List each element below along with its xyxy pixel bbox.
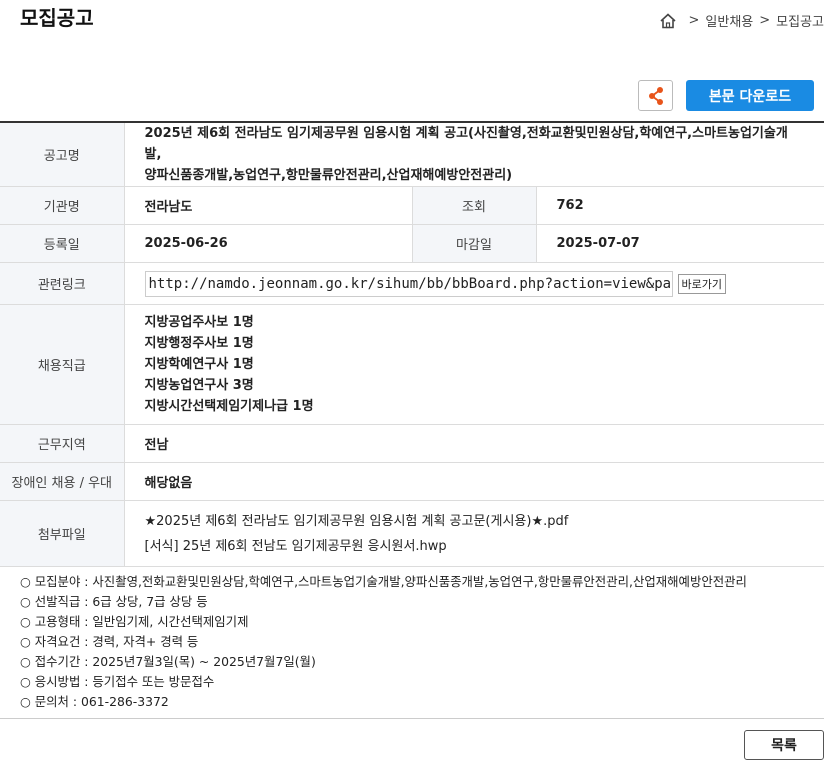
summary-line: ○ 응시방법 : 등기접수 또는 방문접수 bbox=[20, 674, 215, 689]
label-link: 관련링크 bbox=[0, 262, 125, 305]
breadcrumb-separator: > bbox=[688, 13, 700, 28]
divider bbox=[0, 718, 824, 719]
summary-line: ○ 선발직급 : 6급 상당, 7급 상당 등 bbox=[20, 594, 208, 609]
label-attachments: 첨부파일 bbox=[0, 500, 125, 567]
attachment-link-pdf[interactable]: ★2025년 제6회 전라남도 임기제공무원 임용시험 계획 공고문(게시용)★… bbox=[145, 509, 805, 534]
list-item: 지방공업주사보 1명 bbox=[144, 315, 254, 330]
notice-title-line1: 2025년 제6회 전라남도 임기제공무원 임용시험 계획 공고(사진촬영,전화… bbox=[144, 126, 788, 162]
disabled-value: 해당없음 bbox=[124, 462, 824, 501]
notice-summary: ○ 모집분야 : 사진촬영,전화교환및민원상담,학예연구,스마트농업기술개발,양… bbox=[20, 572, 747, 712]
summary-line: ○ 접수기간 : 2025년7월3일(목) ~ 2025년7월7일(월) bbox=[20, 654, 316, 669]
label-views: 조회 bbox=[411, 186, 537, 225]
list-item: 지방농업연구사 3명 bbox=[144, 378, 254, 393]
attachment-link-hwp[interactable]: [서식] 25년 제6회 전남도 임기제공무원 응시원서.hwp bbox=[145, 534, 805, 559]
breadcrumb-item-general[interactable]: 일반채용 bbox=[705, 11, 753, 30]
summary-line: ○ 고용형태 : 일반임기제, 시간선택제임기제 bbox=[20, 614, 249, 629]
breadcrumb: > 일반채용 > 모집공고 bbox=[659, 11, 824, 30]
page-title: 모집공고 bbox=[20, 6, 94, 30]
notice-title: 2025년 제6회 전라남도 임기제공무원 임용시험 계획 공고(사진촬영,전화… bbox=[124, 122, 824, 187]
link-cell: http://namdo.jeonnam.go.kr/sihum/bb/bbBo… bbox=[124, 262, 824, 305]
positions-list: 지방공업주사보 1명 지방행정주사보 1명 지방학예연구사 1명 지방농업연구사… bbox=[124, 304, 824, 425]
share-icon bbox=[648, 86, 663, 105]
label-agency: 기관명 bbox=[0, 186, 125, 225]
related-link-field[interactable]: http://namdo.jeonnam.go.kr/sihum/bb/bbBo… bbox=[144, 270, 673, 297]
list-item: 지방행정주사보 1명 bbox=[144, 336, 254, 351]
list-item: 지방시간선택제임기제나급 1명 bbox=[144, 399, 314, 414]
list-item: 지방학예연구사 1명 bbox=[144, 357, 254, 372]
label-disabled: 장애인 채용 / 우대 bbox=[0, 462, 125, 501]
deadline-value: 2025-07-07 bbox=[536, 224, 824, 263]
notice-title-line2: 양파신품종개발,농업연구,항만물류안전관리,산업재해예방안전관리) bbox=[144, 168, 513, 183]
attachments-list: ★2025년 제6회 전라남도 임기제공무원 임용시험 계획 공고문(게시용)★… bbox=[124, 500, 824, 567]
breadcrumb-separator: > bbox=[759, 13, 771, 28]
download-button[interactable]: 본문 다운로드 bbox=[686, 80, 814, 111]
breadcrumb-item-recruit[interactable]: 모집공고 bbox=[776, 11, 824, 30]
label-deadline: 마감일 bbox=[411, 224, 537, 263]
go-link-button[interactable]: 바로가기 bbox=[677, 273, 726, 294]
notice-detail-table: 공고명 2025년 제6회 전라남도 임기제공무원 임용시험 계획 공고(사진촬… bbox=[0, 121, 824, 567]
region-value: 전남 bbox=[124, 424, 824, 463]
label-title: 공고명 bbox=[0, 122, 125, 187]
registered-value: 2025-06-26 bbox=[124, 224, 413, 263]
summary-line: ○ 자격요건 : 경력, 자격+ 경력 등 bbox=[20, 634, 199, 649]
agency-value: 전라남도 bbox=[124, 186, 413, 225]
views-value: 762 bbox=[536, 186, 824, 225]
summary-line: ○ 문의처 : 061-286-3372 bbox=[20, 694, 169, 709]
summary-line: ○ 모집분야 : 사진촬영,전화교환및민원상담,학예연구,스마트농업기술개발,양… bbox=[20, 574, 747, 589]
share-button[interactable] bbox=[638, 80, 673, 111]
label-registered: 등록일 bbox=[0, 224, 125, 263]
label-region: 근무지역 bbox=[0, 424, 125, 463]
list-button[interactable]: 목록 bbox=[744, 730, 824, 760]
label-positions: 채용직급 bbox=[0, 304, 125, 425]
home-icon[interactable] bbox=[659, 12, 677, 30]
